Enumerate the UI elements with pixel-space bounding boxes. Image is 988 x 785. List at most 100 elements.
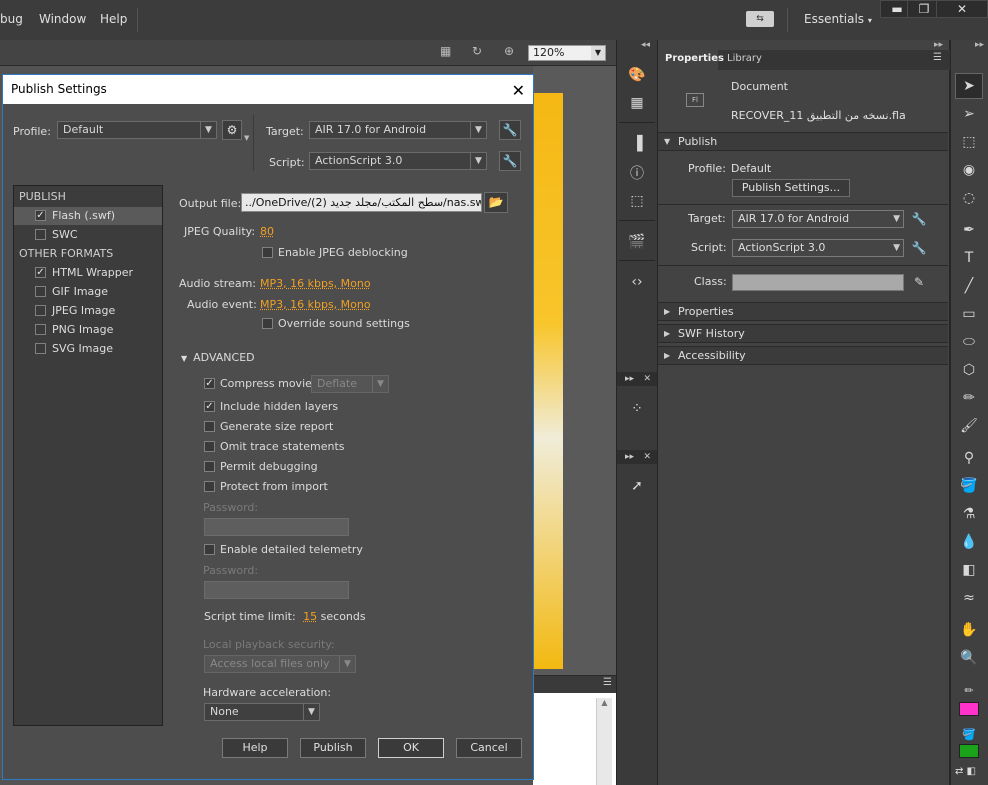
help-button[interactable]: Help (222, 738, 288, 758)
zoom-select[interactable]: 120% ▼ (528, 45, 606, 61)
omit-trace-checkbox[interactable] (204, 441, 215, 452)
components-icon[interactable]: ⁘ (617, 397, 657, 421)
publish-button[interactable]: Publish (300, 738, 366, 758)
protect-import-option[interactable]: Protect from import (204, 480, 328, 494)
pen-tool-icon[interactable]: ✒ (955, 217, 983, 243)
include-hidden-layers-checkbox[interactable]: ✓ (204, 401, 215, 412)
script-select[interactable]: ActionScript 3.0 ▼ (309, 152, 487, 170)
permit-debugging-checkbox[interactable] (204, 461, 215, 472)
menu-help[interactable]: Help (100, 12, 127, 26)
script-settings-wrench-icon[interactable]: 🔧 (499, 151, 521, 171)
wrench-icon[interactable]: 🔧 (911, 240, 927, 256)
enable-jpeg-deblocking-option[interactable]: Enable JPEG deblocking (262, 246, 408, 260)
tab-properties[interactable]: Properties (658, 50, 724, 70)
brush-tool-icon[interactable]: 🖌 (955, 413, 983, 439)
ok-button[interactable]: OK (378, 738, 444, 758)
cancel-button[interactable]: Cancel (456, 738, 522, 758)
pencil-tool-icon[interactable]: ✏ (955, 385, 983, 411)
stroke-color-swatch[interactable] (959, 702, 979, 716)
expand-arrows-icon[interactable]: ▸▸ (625, 374, 634, 384)
format-checkbox-html[interactable]: ✓ (35, 267, 46, 278)
hand-tool-icon[interactable]: ✋ (955, 617, 983, 643)
format-checkbox-svg[interactable] (35, 343, 46, 354)
generate-size-report-checkbox[interactable] (204, 421, 215, 432)
compress-movie-checkbox[interactable]: ✓ (204, 378, 215, 389)
export-icon[interactable]: ➚ (617, 474, 657, 498)
expand-arrows-icon[interactable]: ▸▸ (975, 40, 984, 50)
oval-tool-icon[interactable]: ⬭ (955, 329, 983, 355)
jpeg-deblocking-checkbox[interactable] (262, 247, 273, 258)
close-window-button[interactable]: ✕ (936, 0, 988, 18)
override-sound-option[interactable]: Override sound settings (262, 317, 410, 331)
width-tool-icon[interactable]: ≈ (955, 585, 983, 611)
text-tool-icon[interactable]: T (955, 245, 983, 271)
close-panel-icon[interactable]: ✕ (643, 372, 651, 386)
wrench-icon[interactable]: 🔧 (911, 211, 927, 227)
align-icon[interactable]: ▐ (617, 132, 657, 156)
clapperboard-icon[interactable]: ▦ (440, 44, 451, 58)
format-item-jpeg[interactable]: JPEG Image (14, 302, 162, 320)
generate-size-report-option[interactable]: Generate size report (204, 420, 333, 434)
fill-color-swatch[interactable] (959, 744, 979, 758)
omit-trace-option[interactable]: Omit trace statements (204, 440, 345, 454)
compress-movie-option[interactable]: ✓ Compress movie (204, 377, 312, 391)
ink-bottle-tool-icon[interactable]: ⚗ (955, 501, 983, 527)
eraser-tool-icon[interactable]: ◧ (955, 557, 983, 583)
eyedropper-tool-icon[interactable]: 💧 (955, 529, 983, 555)
code-snippets-icon[interactable]: ‹› (617, 270, 657, 294)
color-palette-icon[interactable]: 🎨 (617, 63, 657, 87)
subselection-tool-icon[interactable]: ➢ (955, 101, 983, 127)
format-item-flash[interactable]: ✓ Flash (.swf) (14, 207, 162, 225)
target-select[interactable]: AIR 17.0 for Android ▼ (309, 121, 487, 139)
override-sound-checkbox[interactable] (262, 318, 273, 329)
center-stage-icon[interactable]: ⊕ (504, 44, 514, 58)
close-icon[interactable]: ✕ (512, 77, 525, 105)
format-item-png[interactable]: PNG Image (14, 321, 162, 339)
zoom-tool-icon[interactable]: 🔍 (955, 645, 983, 671)
bone-tool-icon[interactable]: ⚲ (955, 445, 983, 471)
hardware-accel-select[interactable]: None ▼ (204, 703, 320, 721)
class-input[interactable] (732, 274, 904, 291)
enable-telemetry-checkbox[interactable] (204, 544, 215, 555)
sync-settings-icon[interactable]: ⇆ (746, 11, 774, 27)
format-checkbox-jpeg[interactable] (35, 305, 46, 316)
script-time-limit-value[interactable]: 15 (303, 610, 317, 623)
profile-gear-icon[interactable]: ⚙ (222, 120, 242, 140)
target-settings-wrench-icon[interactable]: 🔧 (499, 120, 521, 140)
close-panel-icon[interactable]: ✕ (643, 450, 651, 464)
format-item-html-wrapper[interactable]: ✓ HTML Wrapper (14, 264, 162, 282)
workspace-switcher[interactable]: Essentials ▾ (804, 12, 872, 26)
folder-browse-icon[interactable]: 📂 (484, 192, 508, 213)
info-icon[interactable]: ⓘ (617, 161, 657, 185)
include-hidden-layers-option[interactable]: ✓ Include hidden layers (204, 400, 338, 414)
scroll-up-icon[interactable]: ▲ (597, 698, 612, 707)
tab-library[interactable]: Library (727, 53, 762, 64)
section-properties[interactable]: ▶ Properties (658, 302, 948, 321)
expand-arrows-icon[interactable]: ▸▸ (934, 40, 943, 50)
line-tool-icon[interactable]: ╱ (955, 273, 983, 299)
swap-colors-icon[interactable]: ⇄ ◧ (955, 766, 976, 777)
menu-window[interactable]: Window (39, 12, 86, 26)
format-checkbox-swc[interactable] (35, 229, 46, 240)
rectangle-tool-icon[interactable]: ▭ (955, 301, 983, 327)
panel-menu-icon[interactable]: ☰ (603, 677, 612, 688)
format-item-swc[interactable]: SWC (14, 226, 162, 244)
swatches-grid-icon[interactable]: ▦ (617, 91, 657, 115)
protect-import-checkbox[interactable] (204, 481, 215, 492)
motion-presets-icon[interactable]: 🎬 (617, 230, 657, 254)
script-select[interactable]: ActionScript 3.0 ▼ (732, 239, 904, 257)
format-item-gif[interactable]: GIF Image (14, 283, 162, 301)
target-select[interactable]: AIR 17.0 for Android ▼ (732, 210, 904, 228)
collapse-arrows-icon[interactable]: ◂◂ (641, 40, 650, 50)
format-checkbox-png[interactable] (35, 324, 46, 335)
advanced-toggle[interactable]: ▼ ADVANCED (181, 351, 255, 364)
pencil-edit-icon[interactable]: ✎ (911, 274, 927, 290)
free-transform-tool-icon[interactable]: ⬚ (955, 129, 983, 155)
menu-debug[interactable]: bug (0, 12, 23, 26)
selection-tool-icon[interactable]: ➤ (955, 73, 983, 99)
audio-event-value[interactable]: MP3, 16 kbps, Mono (260, 298, 371, 311)
format-checkbox-gif[interactable] (35, 286, 46, 297)
paint-bucket-tool-icon[interactable]: 🪣 (955, 473, 983, 499)
publish-settings-button[interactable]: Publish Settings... (732, 179, 850, 197)
section-publish[interactable]: ▼ Publish (658, 132, 948, 151)
